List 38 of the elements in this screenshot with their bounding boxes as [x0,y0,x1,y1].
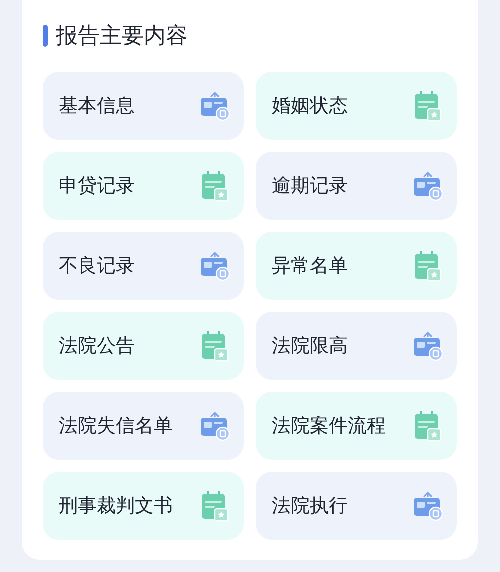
item-label: 不良记录 [59,254,135,279]
section-title: 报告主要内容 [56,23,188,51]
calendar-star-icon [200,170,230,202]
calendar-star-icon [200,330,230,362]
report-item-card[interactable]: 法院失信名单 [43,392,244,460]
item-label: 法院失信名单 [59,414,173,439]
report-item-card[interactable]: 逾期记录 [256,152,457,220]
report-item-card[interactable]: 刑事裁判文书 [43,472,244,540]
item-label: 法院执行 [272,494,348,519]
id-badge-icon [200,91,230,121]
item-label: 逾期记录 [272,174,348,199]
report-item-card[interactable]: 基本信息 [43,72,244,140]
report-item-card[interactable]: 不良记录 [43,232,244,300]
report-item-card[interactable]: 法院执行 [256,472,457,540]
report-item-card[interactable]: 婚姻状态 [256,72,457,140]
calendar-star-icon [413,90,443,122]
calendar-star-icon [200,490,230,522]
id-badge-icon [200,411,230,441]
item-label: 婚姻状态 [272,94,348,119]
item-label: 法院限高 [272,334,348,359]
item-label: 法院案件流程 [272,414,386,439]
accent-bar [43,25,48,47]
item-label: 刑事裁判文书 [59,494,173,519]
item-label: 异常名单 [272,254,348,279]
id-badge-icon [413,331,443,361]
id-badge-icon [413,491,443,521]
item-label: 申贷记录 [59,174,135,199]
report-item-card[interactable]: 法院公告 [43,312,244,380]
item-label: 法院公告 [59,334,135,359]
report-item-card[interactable]: 法院案件流程 [256,392,457,460]
report-item-card[interactable]: 法院限高 [256,312,457,380]
id-badge-icon [413,171,443,201]
report-item-card[interactable]: 申贷记录 [43,152,244,220]
calendar-star-icon [413,410,443,442]
calendar-star-icon [413,250,443,282]
item-label: 基本信息 [59,94,135,119]
id-badge-icon [200,251,230,281]
report-item-card[interactable]: 异常名单 [256,232,457,300]
